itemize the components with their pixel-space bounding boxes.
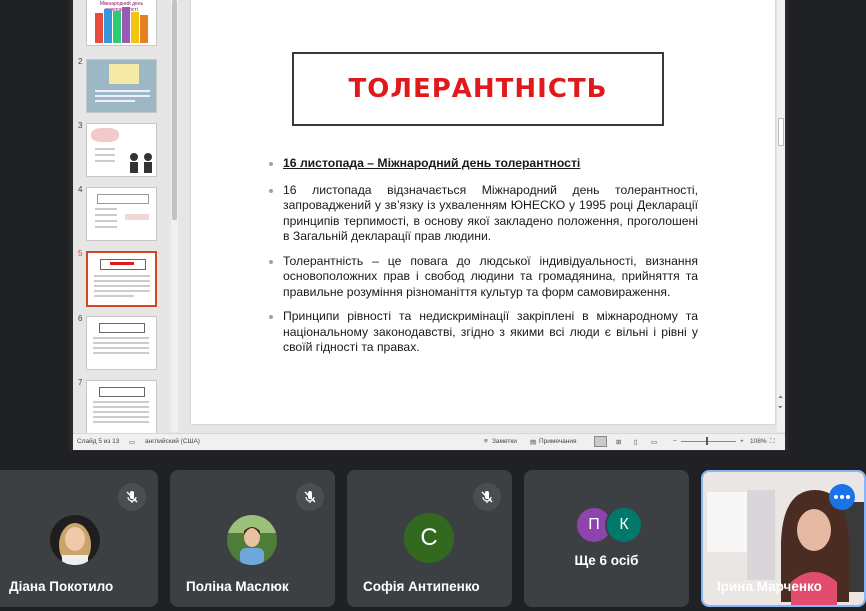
participant-tile[interactable]: Поліна Маслюк xyxy=(170,470,335,607)
thumbnail-number: 6 xyxy=(78,314,83,323)
spellcheck-icon[interactable]: ▭ xyxy=(129,438,135,446)
thumbnail-number: 2 xyxy=(78,57,83,66)
thumbnail-note xyxy=(109,64,139,84)
mic-off-icon xyxy=(473,483,501,511)
scrollbar-thumb[interactable] xyxy=(778,118,784,146)
thumbnail-number: 7 xyxy=(78,378,83,387)
avatar xyxy=(50,515,100,565)
more-options-button[interactable] xyxy=(829,484,855,510)
participant-tile-active[interactable]: Ірина Марченко xyxy=(701,470,866,607)
bullet-heading: 16 листопада – Міжнародний день толерант… xyxy=(268,156,698,172)
notes-button[interactable]: Заметки xyxy=(492,438,517,445)
zoom-slider-handle[interactable] xyxy=(706,437,708,445)
current-slide[interactable]: ТОЛЕРАНТНІСТЬ 16 листопада – Міжнародний… xyxy=(191,0,775,424)
slide-thumbnail[interactable]: Міжнародний день толерантності xyxy=(86,0,157,46)
slide-thumbnail-selected[interactable] xyxy=(86,251,157,307)
slide-thumbnail[interactable] xyxy=(86,59,157,113)
avatar-initial: П xyxy=(588,516,600,533)
shared-screen: Міжнародний день толерантності 2 3 4 5 6… xyxy=(69,0,788,451)
status-bar: Слайд 5 из 13 ▭ английский (США) ≡ Замет… xyxy=(73,433,785,450)
participant-name: Діана Покотило xyxy=(9,579,114,594)
thumbnail-number: 3 xyxy=(78,121,83,130)
notes-icon[interactable]: ≡ xyxy=(484,438,488,445)
avatar xyxy=(227,515,277,565)
mic-off-icon xyxy=(296,483,324,511)
scrollbar-thumb[interactable] xyxy=(172,0,177,220)
slide-title-box[interactable]: ТОЛЕРАНТНІСТЬ xyxy=(292,52,664,126)
avatar: С xyxy=(404,513,454,563)
zoom-slider[interactable] xyxy=(681,441,736,442)
slide-thumbnail[interactable] xyxy=(86,380,157,434)
slide-editor-area: ТОЛЕРАНТНІСТЬ 16 листопада – Міжнародний… xyxy=(179,0,777,432)
bullet-item: 16 листопада відзначається Міжнародний д… xyxy=(268,183,698,245)
scroll-down-arrows-icon[interactable]: ⏷ xyxy=(778,405,783,412)
slide-scrollbar[interactable]: ⏶ ⏷ xyxy=(777,0,785,432)
slide-thumbnail[interactable] xyxy=(86,187,157,241)
slide-thumbnail[interactable] xyxy=(86,316,157,370)
thumbnail-number: 4 xyxy=(78,185,83,194)
more-participants-tile[interactable]: П К Ще 6 осіб xyxy=(524,470,689,607)
thumbnail-number: 5 xyxy=(78,249,83,258)
participant-name: Поліна Маслюк xyxy=(186,579,289,594)
avatar-initial: К xyxy=(619,516,629,533)
powerpoint-window: Міжнародний день толерантності 2 3 4 5 6… xyxy=(73,0,785,450)
avatar-initial: С xyxy=(420,524,438,551)
hands-illustration xyxy=(95,7,148,43)
comments-button[interactable]: Примечания xyxy=(539,438,577,445)
slideshow-icon[interactable]: ▭ xyxy=(651,438,657,446)
mic-off-icon xyxy=(118,483,146,511)
language-indicator[interactable]: английский (США) xyxy=(145,438,200,445)
slide-sorter-icon[interactable]: ⊞ xyxy=(616,438,621,446)
word-cloud-image xyxy=(91,128,119,142)
slide-bullet-list[interactable]: 16 листопада – Міжнародний день толерант… xyxy=(268,156,698,365)
people-icon xyxy=(130,153,152,173)
normal-view-icon[interactable] xyxy=(594,436,607,447)
zoom-in-icon[interactable]: + xyxy=(740,438,744,445)
participant-name: Ірина Марченко xyxy=(717,579,822,594)
participant-tile[interactable]: С Софія Антипенко xyxy=(347,470,512,607)
reading-view-icon[interactable]: ▯ xyxy=(634,438,638,446)
slide-thumbnails-panel: Міжнародний день толерантності 2 3 4 5 6… xyxy=(73,0,169,434)
slide-counter: Слайд 5 из 13 xyxy=(77,438,120,445)
more-participants-label: Ще 6 осіб xyxy=(574,553,639,568)
fit-to-window-icon[interactable]: ⛶ xyxy=(770,438,775,446)
scroll-up-arrows-icon[interactable]: ⏶ xyxy=(778,395,783,402)
slide-thumbnail[interactable] xyxy=(86,123,157,177)
participant-tile[interactable]: Діана Покотило xyxy=(0,470,158,607)
zoom-out-icon[interactable]: − xyxy=(673,438,677,445)
comments-icon[interactable]: ▤ xyxy=(530,438,536,446)
participant-name: Софія Антипенко xyxy=(363,579,480,594)
bullet-item: Толерантність – це повага до людської ін… xyxy=(268,254,698,301)
thumbnails-scrollbar[interactable] xyxy=(171,0,178,432)
slide-title: ТОЛЕРАНТНІСТЬ xyxy=(348,74,608,104)
avatar: К xyxy=(605,506,643,544)
bullet-item: Принципи рівності та недискримінації зак… xyxy=(268,309,698,356)
zoom-level[interactable]: 108% xyxy=(750,438,767,445)
